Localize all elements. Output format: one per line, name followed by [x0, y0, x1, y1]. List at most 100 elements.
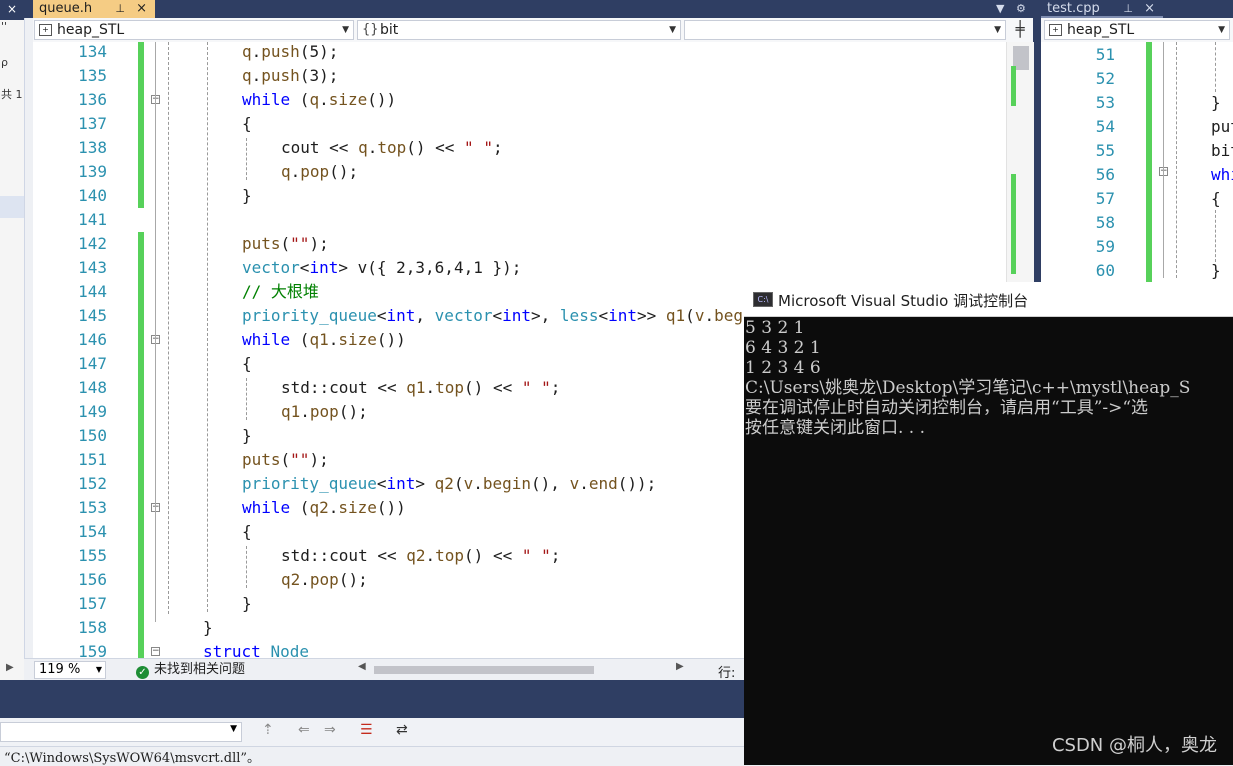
- line-number: 158: [78, 618, 107, 637]
- issues-text: 未找到相关问题: [154, 662, 246, 677]
- code-line: puts("");: [242, 234, 329, 253]
- line-number: 143: [78, 258, 107, 277]
- indent-guide: [246, 138, 247, 180]
- line-number: 134: [78, 42, 107, 61]
- right-navigation-bar: + heap_STL ▼: [1041, 18, 1233, 43]
- clear-all-icon[interactable]: ☰: [360, 722, 373, 738]
- line-number: 150: [78, 426, 107, 445]
- code-line: put: [1211, 117, 1233, 136]
- right-project-dropdown[interactable]: + heap_STL ▼: [1044, 20, 1230, 40]
- editor-horizontal-scrollbar[interactable]: ◀ ▶: [358, 661, 684, 676]
- code-line: q.pop();: [281, 162, 359, 181]
- settings-gear-icon[interactable]: ⚙: [1016, 0, 1026, 17]
- indent-guide: [1215, 210, 1216, 262]
- line-number: 58: [1095, 213, 1115, 232]
- indent-guide: [1176, 42, 1177, 278]
- scope-dropdown-value: bit: [380, 22, 399, 38]
- line-number: 139: [78, 162, 107, 181]
- code-line: vector<int> v({ 2,3,6,4,1 });: [242, 258, 522, 277]
- scrollbar-thumb[interactable]: [374, 666, 594, 674]
- code-line: {: [1211, 189, 1221, 208]
- scope-braces-icon: {}: [362, 22, 379, 37]
- code-line: {: [242, 522, 252, 541]
- line-number: 141: [78, 210, 107, 229]
- split-code-editor[interactable]: 51 52 53 54 55 56 57 58 59 60 − } put bi…: [1041, 42, 1233, 282]
- code-comment: // 大根堆: [242, 282, 319, 301]
- member-dropdown[interactable]: ▼: [684, 20, 1006, 40]
- search-icon[interactable]: ρ: [1, 56, 8, 69]
- scroll-left-icon[interactable]: ▶: [6, 662, 14, 673]
- line-number: 60: [1095, 261, 1115, 280]
- project-dropdown[interactable]: + heap_STL ▼: [34, 20, 354, 40]
- change-indicator: [1146, 42, 1152, 282]
- line-number: 137: [78, 114, 107, 133]
- code-line: {: [242, 114, 252, 133]
- code-line: priority_queue<int> q2(v.begin(), v.end(…: [242, 474, 657, 493]
- code-line: std::cout << q1.top() << " ";: [281, 378, 561, 397]
- scroll-right-arrow-icon[interactable]: ▶: [676, 661, 684, 672]
- outline-line: [1163, 42, 1164, 278]
- code-line: std::cout << q2.top() << " ";: [281, 546, 561, 565]
- console-line: 按任意键关闭此窗口. . .: [745, 418, 926, 438]
- scroll-left-arrow-icon[interactable]: ◀: [358, 661, 366, 672]
- chevron-down-icon: ▼: [1218, 25, 1225, 35]
- line-number: 142: [78, 234, 107, 253]
- indent-guide: [207, 42, 208, 612]
- pin-icon[interactable]: ⊥: [115, 0, 125, 17]
- tab-label: test.cpp: [1047, 1, 1100, 16]
- chevron-down-icon: ▼: [669, 25, 676, 35]
- tab-label: queue.h: [39, 1, 93, 16]
- project-dropdown-value: heap_STL: [57, 22, 125, 38]
- line-number: 145: [78, 306, 107, 325]
- console-title-bar[interactable]: C:\ Microsoft Visual Studio 调试控制台: [744, 282, 1233, 317]
- code-line: }: [1211, 93, 1221, 112]
- output-source-dropdown[interactable]: ▼: [0, 722, 242, 742]
- code-line: while (q2.size()): [242, 498, 406, 517]
- find-message-icon[interactable]: ⇡: [262, 722, 274, 738]
- line-number: 154: [78, 522, 107, 541]
- line-number: 135: [78, 66, 107, 85]
- code-line: {: [242, 354, 252, 373]
- close-icon[interactable]: ×: [0, 0, 24, 20]
- line-number: 140: [78, 186, 107, 205]
- line-number: 156: [78, 570, 107, 589]
- split-editor-icon[interactable]: ╪: [1009, 20, 1031, 40]
- line-number: 159: [78, 642, 107, 658]
- split-divider[interactable]: [1033, 0, 1041, 282]
- watermark: CSDN @桐人，奥龙: [1051, 735, 1217, 756]
- close-icon[interactable]: ×: [136, 0, 147, 17]
- right-project-dropdown-value: heap_STL: [1067, 22, 1135, 38]
- fold-toggle[interactable]: −: [151, 647, 160, 656]
- code-line: q.push(5);: [242, 42, 339, 61]
- line-number-gutter: 134 135 136 137 138 139 140 141 142 143 …: [33, 42, 111, 658]
- debug-console-window[interactable]: C:\ Microsoft Visual Studio 调试控制台 5 3 2 …: [744, 282, 1233, 765]
- issues-indicator[interactable]: ✓ 未找到相关问题: [136, 662, 245, 679]
- close-icon[interactable]: ×: [1144, 0, 1155, 17]
- line-number: 54: [1095, 117, 1115, 136]
- indent-guide: [1215, 42, 1216, 92]
- code-line: }: [242, 594, 252, 613]
- console-output: 5 3 2 1 6 4 3 2 1 1 2 3 4 6 C:\Users\姚奥龙…: [744, 318, 1233, 765]
- line-number: 151: [78, 450, 107, 469]
- zoom-dropdown[interactable]: 119 % ▼: [34, 661, 106, 679]
- code-line: whi: [1211, 165, 1233, 184]
- chevron-down-icon: ▼: [95, 665, 102, 674]
- panel-separator: [0, 680, 744, 718]
- project-icon: +: [1049, 24, 1062, 36]
- line-number: 149: [78, 402, 107, 421]
- left-tool-strip: × '' ρ 共 1: [0, 0, 25, 680]
- tab-test-cpp[interactable]: test.cpp ⊥ ×: [1041, 0, 1163, 18]
- line-number: 144: [78, 282, 107, 301]
- previous-message-icon[interactable]: ⇐: [298, 722, 310, 738]
- scope-dropdown[interactable]: {} bit ▼: [357, 20, 681, 40]
- code-line: while (q1.size()): [242, 330, 406, 349]
- pin-icon[interactable]: ⊥: [1123, 0, 1133, 17]
- word-wrap-icon[interactable]: ⇄: [396, 722, 408, 738]
- next-message-icon[interactable]: ⇒: [324, 722, 336, 738]
- code-line: }: [203, 618, 213, 637]
- tab-list-dropdown-icon[interactable]: ▼: [996, 0, 1004, 17]
- line-number: 51: [1095, 45, 1115, 64]
- tab-queue-h[interactable]: queue.h ⊥ ×: [33, 0, 155, 18]
- code-line: q2.pop();: [281, 570, 368, 589]
- change-indicator: [138, 42, 144, 208]
